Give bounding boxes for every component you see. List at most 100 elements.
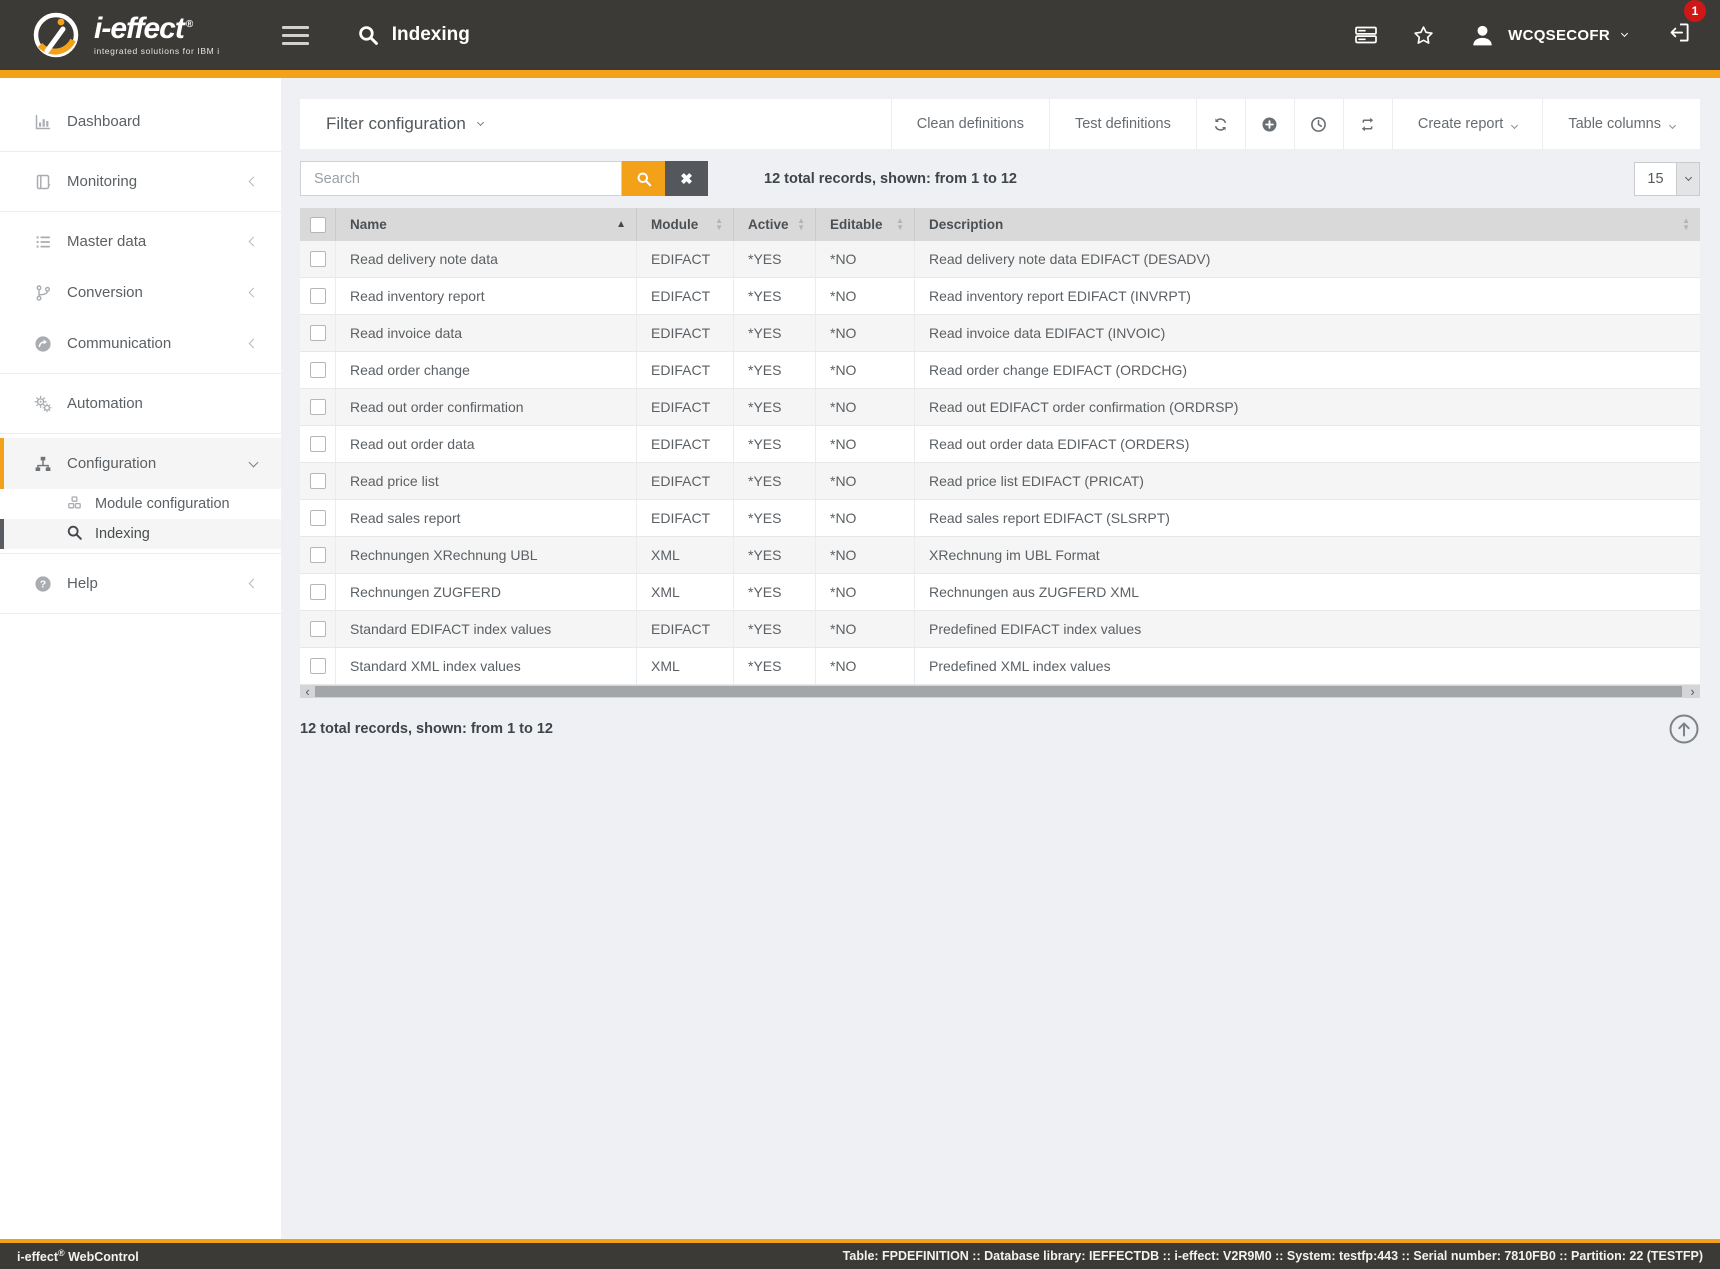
row-editable: *NO — [816, 241, 915, 277]
row-checkbox-cell — [300, 241, 336, 277]
row-description: Rechnungen aus ZUGFERD XML — [915, 574, 1700, 610]
sidebar-item-master-data[interactable]: Master data — [0, 216, 281, 267]
row-checkbox[interactable] — [310, 251, 326, 267]
filter-configuration-label: Filter configuration — [326, 114, 466, 134]
notification-badge[interactable]: 1 — [1684, 0, 1706, 22]
row-editable: *NO — [816, 611, 915, 647]
row-checkbox[interactable] — [310, 621, 326, 637]
test-definitions-button[interactable]: Test definitions — [1049, 99, 1196, 149]
column-header-module[interactable]: Module ▲▼ — [637, 208, 734, 241]
clean-definitions-button[interactable]: Clean definitions — [891, 99, 1049, 149]
sidebar-item-module-configuration[interactable]: Module configuration — [0, 489, 281, 519]
sort-icons: ▲▼ — [797, 218, 805, 231]
transfer-button[interactable] — [1343, 99, 1392, 149]
row-description: Read delivery note data EDIFACT (DESADV) — [915, 241, 1700, 277]
row-name: Rechnungen ZUGFERD — [336, 574, 637, 610]
list-icon — [34, 233, 52, 251]
sidebar-item-communication[interactable]: Communication — [0, 318, 281, 369]
row-name: Read price list — [336, 463, 637, 499]
clear-search-button[interactable]: ✖ — [665, 161, 708, 196]
row-active: *YES — [734, 241, 816, 277]
top-header: i-effect® integrated solutions for IBM i… — [0, 0, 1720, 70]
row-name: Read delivery note data — [336, 241, 637, 277]
row-checkbox[interactable] — [310, 473, 326, 489]
table-row[interactable]: Read sales report EDIFACT *YES *NO Read … — [300, 500, 1700, 537]
table-columns-dropdown[interactable]: Table columns — [1542, 99, 1700, 149]
row-editable: *NO — [816, 426, 915, 462]
row-name: Read order change — [336, 352, 637, 388]
column-header-active[interactable]: Active ▲▼ — [734, 208, 816, 241]
table-header: Name ▲ Module ▲▼ Active ▲▼ Editable ▲▼ — [300, 208, 1700, 241]
scrollbar-thumb[interactable] — [315, 686, 1682, 697]
logout-button[interactable]: 1 — [1667, 20, 1692, 50]
filter-configuration-dropdown[interactable]: Filter configuration — [300, 99, 509, 149]
sidebar-item-automation[interactable]: Automation — [0, 378, 281, 429]
table-row[interactable]: Read invoice data EDIFACT *YES *NO Read … — [300, 315, 1700, 352]
history-button[interactable] — [1294, 99, 1343, 149]
user-menu[interactable]: WCQSECOFR — [1469, 22, 1627, 49]
server-icon[interactable] — [1354, 23, 1378, 47]
table-row[interactable]: Read order change EDIFACT *YES *NO Read … — [300, 352, 1700, 389]
row-module: EDIFACT — [637, 426, 734, 462]
row-checkbox[interactable] — [310, 584, 326, 600]
sidebar-item-help[interactable]: ? Help — [0, 558, 281, 609]
row-description: Predefined XML index values — [915, 648, 1700, 684]
table-row[interactable]: Rechnungen XRechnung UBL XML *YES *NO XR… — [300, 537, 1700, 574]
table-row[interactable]: Read out order confirmation EDIFACT *YES… — [300, 389, 1700, 426]
column-header-name[interactable]: Name ▲ — [336, 208, 637, 241]
sidebar-item-monitoring[interactable]: Monitoring — [0, 156, 281, 207]
scroll-left-arrow[interactable]: ‹ — [300, 686, 315, 698]
sidebar-item-indexing[interactable]: Indexing — [0, 519, 281, 549]
chevron-down-icon — [1669, 121, 1676, 128]
star-icon[interactable] — [1412, 24, 1435, 47]
refresh-button[interactable] — [1196, 99, 1245, 149]
row-checkbox[interactable] — [310, 436, 326, 452]
sidebar-item-dashboard[interactable]: Dashboard — [0, 96, 281, 147]
row-checkbox-cell — [300, 278, 336, 314]
sidebar-item-configuration[interactable]: Configuration — [0, 438, 281, 489]
column-header-description[interactable]: Description ▲▼ — [915, 208, 1700, 241]
create-report-dropdown[interactable]: Create report — [1392, 99, 1542, 149]
scroll-right-arrow[interactable]: › — [1685, 686, 1700, 698]
search-icon — [636, 171, 652, 187]
scroll-to-top-button[interactable] — [1668, 713, 1700, 745]
row-checkbox[interactable] — [310, 288, 326, 304]
chevron-down-icon — [1676, 163, 1699, 195]
row-checkbox[interactable] — [310, 399, 326, 415]
search-button[interactable] — [622, 161, 665, 196]
clear-icon: ✖ — [680, 170, 693, 188]
row-checkbox[interactable] — [310, 510, 326, 526]
row-checkbox[interactable] — [310, 325, 326, 341]
table-row[interactable]: Read price list EDIFACT *YES *NO Read pr… — [300, 463, 1700, 500]
sort-icons: ▲▼ — [1682, 218, 1690, 231]
add-button[interactable] — [1245, 99, 1294, 149]
select-all-checkbox[interactable] — [310, 217, 326, 233]
table-row[interactable]: Read delivery note data EDIFACT *YES *NO… — [300, 241, 1700, 278]
sidebar-item-label: Help — [67, 575, 98, 592]
accent-bar — [0, 70, 1720, 78]
row-checkbox[interactable] — [310, 658, 326, 674]
chevron-down-icon — [1511, 121, 1518, 128]
chevron-left-icon — [249, 177, 259, 187]
table-row[interactable]: Standard XML index values XML *YES *NO P… — [300, 648, 1700, 685]
row-description: Read order change EDIFACT (ORDCHG) — [915, 352, 1700, 388]
row-module: EDIFACT — [637, 278, 734, 314]
row-editable: *NO — [816, 278, 915, 314]
table-row[interactable]: Standard EDIFACT index values EDIFACT *Y… — [300, 611, 1700, 648]
row-checkbox[interactable] — [310, 362, 326, 378]
hamburger-menu-icon[interactable] — [282, 26, 309, 45]
row-description: Read out order data EDIFACT (ORDERS) — [915, 426, 1700, 462]
horizontal-scrollbar[interactable]: ‹ › — [300, 685, 1700, 698]
sidebar-item-label: Dashboard — [67, 113, 140, 130]
search-input[interactable] — [300, 161, 622, 196]
app-window: i-effect® integrated solutions for IBM i… — [0, 0, 1720, 1269]
table-row[interactable]: Read out order data EDIFACT *YES *NO Rea… — [300, 426, 1700, 463]
registered-mark: ® — [186, 19, 192, 30]
table-row[interactable]: Read inventory report EDIFACT *YES *NO R… — [300, 278, 1700, 315]
chevron-left-icon — [249, 288, 259, 298]
sidebar-item-conversion[interactable]: Conversion — [0, 267, 281, 318]
row-checkbox[interactable] — [310, 547, 326, 563]
table-row[interactable]: Rechnungen ZUGFERD XML *YES *NO Rechnung… — [300, 574, 1700, 611]
column-header-editable[interactable]: Editable ▲▼ — [816, 208, 915, 241]
page-size-select[interactable]: 15 — [1634, 162, 1700, 196]
